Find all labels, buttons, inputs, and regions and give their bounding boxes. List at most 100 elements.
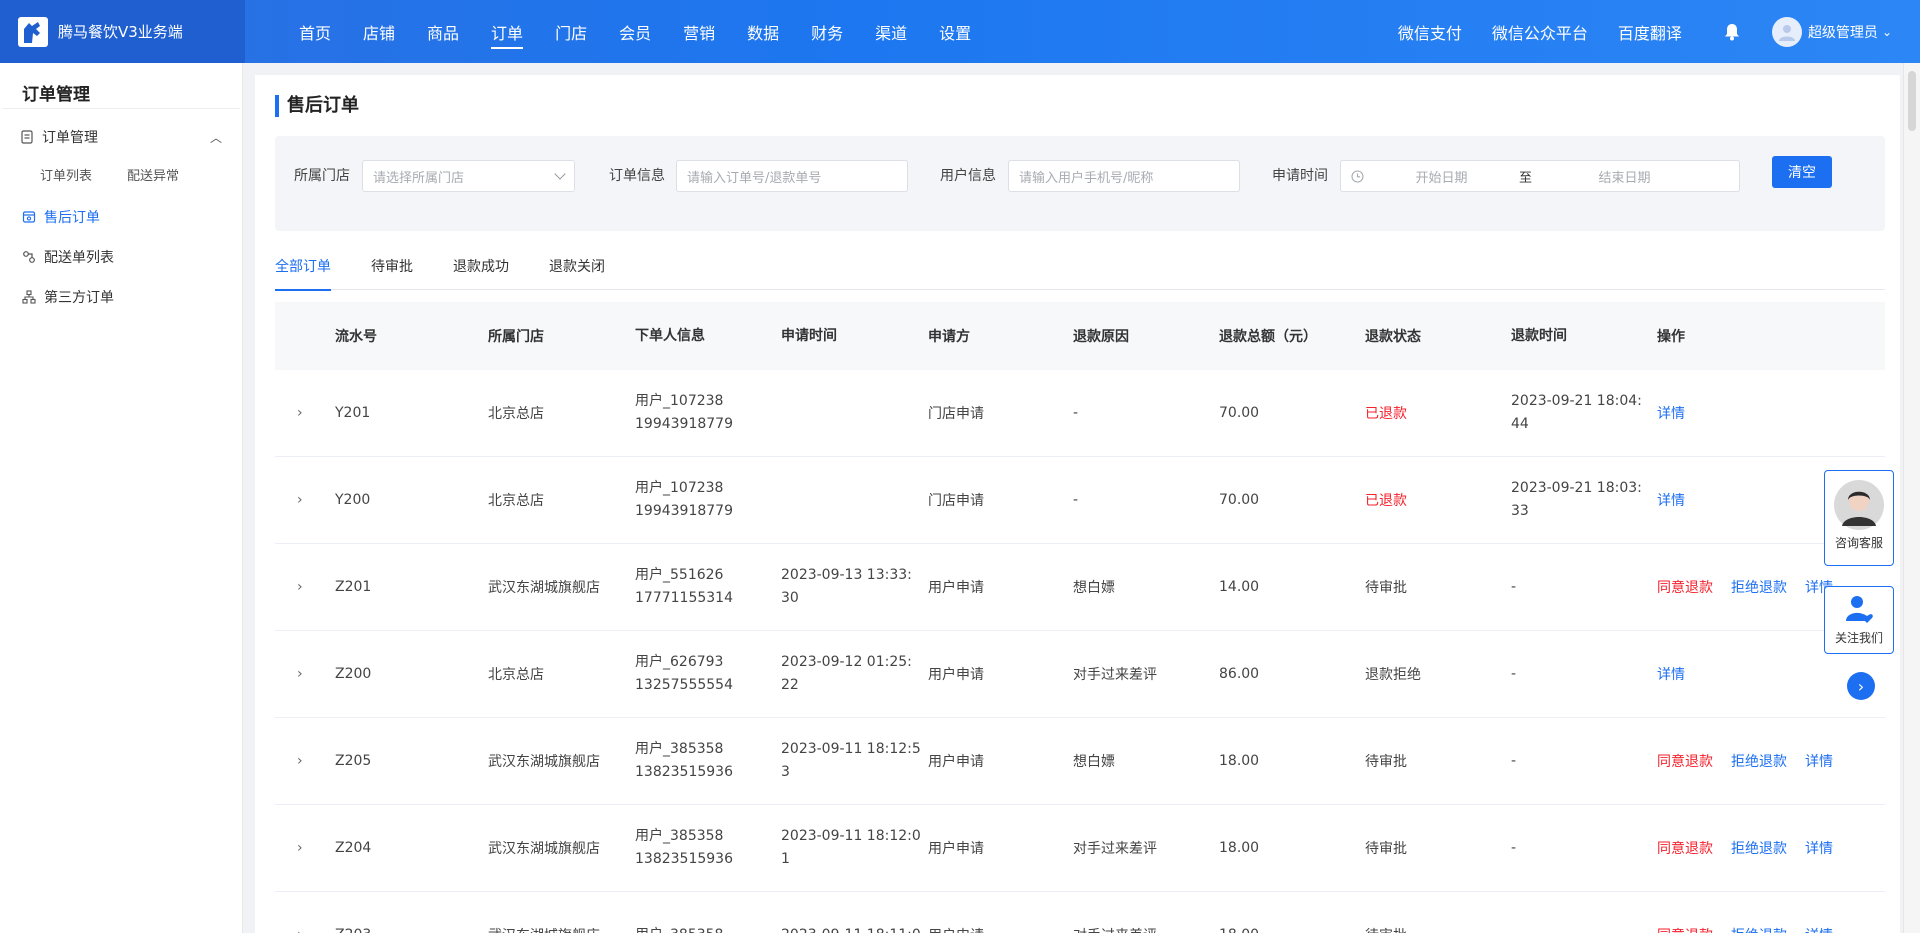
brand[interactable]: 腾马餐饮V3业务端 xyxy=(0,0,245,63)
serial-number: Y200 xyxy=(335,492,371,508)
row-actions: 同意退款 拒绝退款 详情 xyxy=(1657,925,1857,933)
detail-link[interactable]: 详情 xyxy=(1657,403,1685,423)
page-title: 售后订单 xyxy=(275,95,359,117)
table-row[interactable]: › Z200 北京总店 用户_626793 13257555554 2023-09-12 … xyxy=(275,631,1885,718)
sidebar-item-delivery-exception[interactable]: 配送异常 xyxy=(127,165,179,184)
refund-time-line: 2023-09-21 18:04: xyxy=(1511,393,1642,409)
main-menu: 首页 店铺 商品 订单 门店 会员 营销 数据 财务 渠道 设置 xyxy=(283,0,987,63)
apply-time: 2023-09-12 01:25: 22 xyxy=(781,651,928,697)
order-tabs: 全部订单 待审批 退款成功 退款关闭 xyxy=(275,247,1885,291)
detail-link[interactable]: 详情 xyxy=(1805,925,1833,933)
refund-time-line: 2023-09-21 18:03: xyxy=(1511,480,1642,496)
user-info: 用户_626793 13257555554 xyxy=(635,651,781,697)
date-range-picker[interactable]: 开始日期 至 结束日期 xyxy=(1340,160,1740,192)
refund-reason: - xyxy=(1073,492,1079,508)
topnav-item[interactable]: 数据 xyxy=(731,0,795,63)
detail-link[interactable]: 详情 xyxy=(1657,664,1685,684)
follow-us-widget[interactable]: 关注我们 xyxy=(1824,586,1894,654)
apply-time-line: 3 xyxy=(781,764,790,780)
sidebar-item-third-party-orders[interactable]: 第三方订单 xyxy=(0,277,242,317)
topnav-item[interactable]: 设置 xyxy=(923,0,987,63)
expand-row-icon[interactable]: › xyxy=(275,840,335,856)
order-search-input[interactable]: 请输入订单号/退款单号 xyxy=(676,160,908,192)
refund-reason: 想白嫖 xyxy=(1073,754,1115,770)
approve-refund-link[interactable]: 同意退款 xyxy=(1657,751,1713,771)
brand-name: 腾马餐饮V3业务端 xyxy=(58,23,183,41)
customer-service-widget[interactable]: 咨询客服 xyxy=(1824,470,1894,566)
applicant: 用户申请 xyxy=(928,841,984,857)
detail-link[interactable]: 详情 xyxy=(1657,490,1685,510)
approve-refund-link[interactable]: 同意退款 xyxy=(1657,925,1713,933)
approve-refund-link[interactable]: 同意退款 xyxy=(1657,838,1713,858)
table-row[interactable]: › Y201 北京总店 用户_107238 19943918779 门店申请 - 70.00 已… xyxy=(275,370,1885,457)
topnav-item[interactable]: 订单 xyxy=(475,0,539,63)
scrollbar-thumb[interactable] xyxy=(1908,71,1916,131)
reject-refund-link[interactable]: 拒绝退款 xyxy=(1731,577,1787,597)
detail-link[interactable]: 详情 xyxy=(1805,838,1833,858)
sidebar-item-label: 第三方订单 xyxy=(44,290,114,306)
tab-3[interactable]: 退款关闭 xyxy=(549,247,605,290)
refund-time: - xyxy=(1511,837,1657,860)
applicant: 门店申请 xyxy=(928,406,984,422)
page-scrollbar[interactable] xyxy=(1903,63,1920,933)
wechat-official-link[interactable]: 微信公众平台 xyxy=(1492,20,1588,44)
store-select-placeholder: 请选择所属门店 xyxy=(373,170,465,186)
sidebar-group-label: 订单管理 xyxy=(42,130,98,146)
serial-number: Z205 xyxy=(335,753,372,769)
end-date-input[interactable]: 结束日期 xyxy=(1532,167,1717,186)
user-info: 用户_551626 17771155314 xyxy=(635,564,781,610)
topnav-item[interactable]: 首页 xyxy=(283,0,347,63)
sidebar-item-order-list[interactable]: 订单列表 xyxy=(40,165,92,184)
user-menu[interactable]: 超级管理员 ⌄ xyxy=(1771,16,1892,47)
clear-button[interactable]: 清空 xyxy=(1772,156,1832,188)
topnav-item[interactable]: 渠道 xyxy=(859,0,923,63)
bell-icon[interactable] xyxy=(1722,22,1742,42)
topnav-item[interactable]: 商品 xyxy=(411,0,475,63)
start-date-input[interactable]: 开始日期 xyxy=(1364,167,1519,186)
expand-row-icon[interactable]: › xyxy=(275,405,335,421)
reject-refund-link[interactable]: 拒绝退款 xyxy=(1731,838,1787,858)
row-actions: 详情 xyxy=(1657,403,1857,423)
tab-0[interactable]: 全部订单 xyxy=(275,247,331,291)
user-phone: 13823515936 xyxy=(635,764,733,780)
expand-row-icon[interactable]: › xyxy=(275,579,335,595)
wechat-pay-link[interactable]: 微信支付 xyxy=(1398,20,1462,44)
applicant: 用户申请 xyxy=(928,580,984,596)
user-name: 用户_107238 xyxy=(635,480,724,496)
user-name: 用户_385358 xyxy=(635,741,724,757)
topnav-item[interactable]: 营销 xyxy=(667,0,731,63)
expand-row-icon[interactable]: › xyxy=(275,753,335,769)
apply-time-line: 30 xyxy=(781,590,799,606)
refund-reason: 对手过来差评 xyxy=(1073,925,1219,933)
sidebar-item-delivery-list[interactable]: 配送单列表 xyxy=(0,237,242,277)
time-filter-label: 申请时间 xyxy=(1272,168,1328,184)
approve-refund-link[interactable]: 同意退款 xyxy=(1657,577,1713,597)
expand-row-icon[interactable]: › xyxy=(275,492,335,508)
store-select[interactable]: 请选择所属门店 xyxy=(362,160,575,192)
table-row[interactable]: › Z201 武汉东湖城旗舰店 用户_551626 17771155314 2023-09… xyxy=(275,544,1885,631)
table-row[interactable]: › Y200 北京总店 用户_107238 19943918779 门店申请 - 70.00 已… xyxy=(275,457,1885,544)
detail-link[interactable]: 详情 xyxy=(1805,751,1833,771)
reject-refund-link[interactable]: 拒绝退款 xyxy=(1731,925,1787,933)
expand-row-icon[interactable]: › xyxy=(275,927,335,933)
tab-1[interactable]: 待审批 xyxy=(371,247,413,290)
table-row[interactable]: ›Z203武汉东湖城旗舰店用户_3853582023-09-11 18:11:0… xyxy=(275,892,1885,933)
topnav-item[interactable]: 店铺 xyxy=(347,0,411,63)
topnav-item[interactable]: 财务 xyxy=(795,0,859,63)
chevron-right-icon[interactable]: › xyxy=(1847,672,1875,700)
sidebar-item-after-sales[interactable]: 售后订单 xyxy=(0,197,242,237)
sidebar-group-order-management[interactable]: 订单管理 ︿ xyxy=(0,117,242,157)
status-badge: 待审批 xyxy=(1365,580,1407,596)
topnav-item[interactable]: 会员 xyxy=(603,0,667,63)
user-search-input[interactable]: 请输入用户手机号/昵称 xyxy=(1008,160,1240,192)
user-name: 用户_551626 xyxy=(635,567,724,583)
refund-time: - xyxy=(1511,663,1657,686)
expand-row-icon[interactable]: › xyxy=(275,666,335,682)
baidu-translate-link[interactable]: 百度翻译 xyxy=(1618,20,1682,44)
apply-time: 2023-09-11 18:11:0 xyxy=(781,924,928,933)
table-row[interactable]: › Z205 武汉东湖城旗舰店 用户_385358 13823515936 2023-09… xyxy=(275,718,1885,805)
tab-2[interactable]: 退款成功 xyxy=(453,247,509,290)
reject-refund-link[interactable]: 拒绝退款 xyxy=(1731,751,1787,771)
table-row[interactable]: › Z204 武汉东湖城旗舰店 用户_385358 13823515936 2023-09… xyxy=(275,805,1885,892)
topnav-item[interactable]: 门店 xyxy=(539,0,603,63)
